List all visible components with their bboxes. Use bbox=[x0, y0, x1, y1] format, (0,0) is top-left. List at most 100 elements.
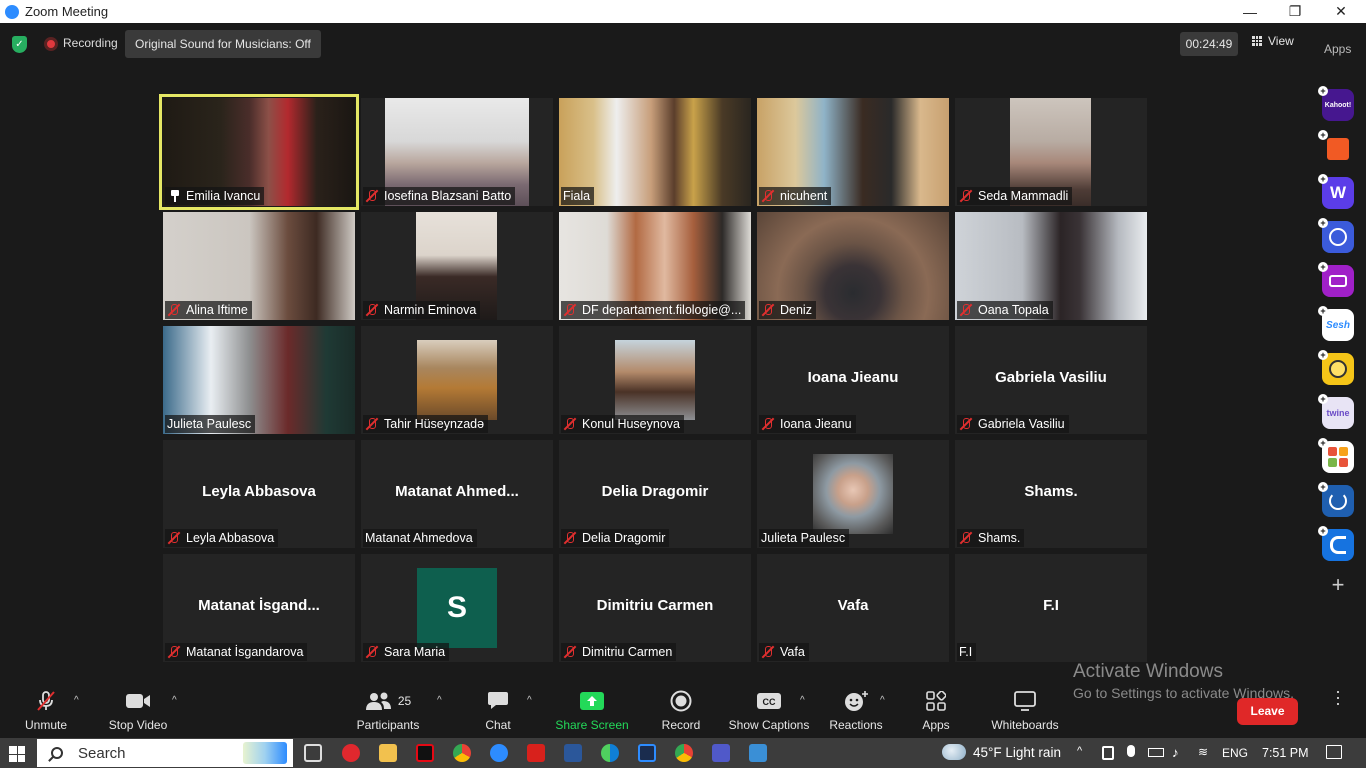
opera-browser-icon[interactable] bbox=[342, 744, 360, 762]
netflix-icon[interactable] bbox=[416, 744, 434, 762]
taskbar-clock[interactable]: 7:51 PM bbox=[1262, 746, 1309, 760]
video-tile[interactable]: nicuhent bbox=[757, 98, 949, 206]
participants-options-caret-icon[interactable]: ^ bbox=[437, 695, 442, 706]
participants-button[interactable]: 25 Participants bbox=[357, 690, 419, 734]
video-tile[interactable]: Gabriela Vasiliu Gabriela Vasiliu bbox=[955, 326, 1147, 434]
participant-display-name: Vafa bbox=[837, 597, 869, 614]
view-button[interactable]: View bbox=[1252, 34, 1294, 48]
video-tile[interactable]: S Sara Maria bbox=[361, 554, 553, 662]
reactions-button[interactable]: Reactions bbox=[829, 690, 883, 734]
video-tile[interactable]: Deniz bbox=[757, 212, 949, 320]
video-tile[interactable]: Julieta Paulesc bbox=[163, 326, 355, 434]
teams-icon[interactable] bbox=[712, 744, 730, 762]
wifi-icon[interactable]: ≋ bbox=[1198, 745, 1208, 759]
original-sound-button[interactable]: Original Sound for Musicians: Off bbox=[125, 30, 321, 58]
participant-label: Fiala bbox=[561, 187, 595, 205]
participant-label: Oana Topala bbox=[957, 301, 1053, 319]
taskbar-search-box[interactable]: Search bbox=[37, 739, 293, 767]
show-captions-button[interactable]: CC Show Captions bbox=[729, 690, 809, 734]
chat-options-caret-icon[interactable]: ^ bbox=[527, 695, 532, 706]
zoom-taskbar-icon[interactable] bbox=[480, 738, 518, 768]
maximize-button[interactable]: ❐ bbox=[1272, 0, 1318, 23]
video-tile[interactable]: Dimitriu Carmen Dimitriu Carmen bbox=[559, 554, 751, 662]
participant-label: F.I bbox=[957, 643, 977, 661]
more-options-icon[interactable]: · · · bbox=[1334, 682, 1342, 712]
reactions-options-caret-icon[interactable]: ^ bbox=[880, 695, 885, 706]
recording-label[interactable]: Recording bbox=[63, 36, 118, 50]
microphone-tray-icon[interactable] bbox=[1127, 745, 1135, 757]
video-tile[interactable]: Leyla Abbasova Leyla Abbasova bbox=[163, 440, 355, 548]
apps-button[interactable]: Apps bbox=[920, 690, 952, 734]
video-tile[interactable]: DF departament.filologie@... bbox=[559, 212, 751, 320]
share-screen-label: Share Screen bbox=[555, 718, 629, 732]
video-camera-icon bbox=[125, 690, 151, 712]
unmute-button[interactable]: Unmute bbox=[24, 690, 68, 734]
encryption-shield-icon[interactable]: ✓ bbox=[12, 36, 27, 53]
participant-display-name: Leyla Abbasova bbox=[202, 483, 316, 500]
participant-label: Delia Dragomir bbox=[561, 529, 670, 547]
video-tile[interactable]: Delia Dragomir Delia Dragomir bbox=[559, 440, 751, 548]
weather-rain-icon[interactable] bbox=[942, 744, 966, 760]
participants-label: Participants bbox=[356, 718, 420, 732]
video-tile[interactable]: Shams. Shams. bbox=[955, 440, 1147, 548]
whiteboards-button[interactable]: Whiteboards bbox=[990, 690, 1060, 734]
weather-status[interactable]: 45°F Light rain bbox=[973, 745, 1061, 760]
volume-icon[interactable]: ♪ bbox=[1172, 745, 1179, 760]
app-taskbar-icon[interactable] bbox=[638, 744, 656, 762]
file-explorer-icon[interactable] bbox=[379, 744, 397, 762]
video-tile[interactable]: F.I F.I bbox=[955, 554, 1147, 662]
participant-display-name: Dimitriu Carmen bbox=[596, 597, 714, 614]
participant-name: Sara Maria bbox=[384, 645, 446, 659]
minimize-button[interactable]: — bbox=[1227, 0, 1273, 23]
stop-video-button[interactable]: Stop Video bbox=[109, 690, 167, 734]
record-button[interactable]: Record bbox=[661, 690, 701, 734]
chat-button[interactable]: Chat bbox=[484, 690, 512, 734]
word-icon[interactable] bbox=[564, 744, 582, 762]
tray-app-icon[interactable] bbox=[1102, 746, 1114, 760]
participant-name: Shams. bbox=[978, 531, 1021, 545]
apps-panel-label[interactable]: Apps bbox=[1324, 42, 1351, 56]
video-tile[interactable]: Alina Iftime bbox=[163, 212, 355, 320]
leave-button[interactable]: Leave bbox=[1237, 698, 1298, 725]
participants-icon: 25 bbox=[365, 690, 411, 712]
chrome-icon[interactable] bbox=[675, 744, 693, 762]
input-language[interactable]: ENG bbox=[1222, 746, 1248, 760]
close-button[interactable]: ✕ bbox=[1318, 0, 1364, 23]
edge-browser-icon[interactable] bbox=[601, 744, 619, 762]
video-tile[interactable]: Matanat İsgand... Matanat İsgandarova bbox=[163, 554, 355, 662]
chrome-icon[interactable] bbox=[453, 744, 471, 762]
participant-avatar: S bbox=[417, 568, 497, 648]
meeting-timer: 00:24:49 bbox=[1180, 32, 1238, 56]
video-tile[interactable]: Matanat Ahmed... Matanat Ahmedova bbox=[361, 440, 553, 548]
video-tile[interactable]: Narmin Eminova bbox=[361, 212, 553, 320]
battery-icon[interactable] bbox=[1148, 748, 1164, 757]
captions-options-caret-icon[interactable]: ^ bbox=[800, 695, 805, 706]
video-tile[interactable]: Iosefina Blazsani Batto bbox=[361, 98, 553, 206]
video-tile[interactable]: Julieta Paulesc bbox=[757, 440, 949, 548]
video-options-caret-icon[interactable]: ^ bbox=[172, 695, 177, 706]
windows-start-icon[interactable] bbox=[9, 746, 25, 762]
muted-mic-icon bbox=[959, 189, 973, 203]
task-view-icon[interactable] bbox=[304, 744, 322, 762]
tray-overflow-icon[interactable]: ^ bbox=[1077, 745, 1082, 757]
video-tile[interactable]: Tahir Hüseynzadə bbox=[361, 326, 553, 434]
video-tile[interactable]: Vafa Vafa bbox=[757, 554, 949, 662]
share-screen-button[interactable]: Share Screen bbox=[555, 690, 629, 734]
video-tile[interactable]: Oana Topala bbox=[955, 212, 1147, 320]
video-tile[interactable]: Fiala bbox=[559, 98, 751, 206]
video-tile[interactable]: Ioana Jieanu Ioana Jieanu bbox=[757, 326, 949, 434]
participant-name: F.I bbox=[959, 645, 973, 659]
add-apps-plus-icon[interactable]: + bbox=[1328, 574, 1348, 596]
acrobat-reader-icon[interactable] bbox=[527, 744, 545, 762]
notifications-icon[interactable] bbox=[1326, 745, 1342, 759]
video-tile[interactable]: Emilia Ivancu bbox=[159, 94, 359, 210]
audio-options-caret-icon[interactable]: ^ bbox=[74, 695, 79, 706]
photos-icon[interactable] bbox=[749, 744, 767, 762]
participant-label: Iosefina Blazsani Batto bbox=[363, 187, 516, 205]
video-tile[interactable]: Seda Mammadli bbox=[955, 98, 1147, 206]
add-app-plus-icon: + bbox=[1318, 218, 1328, 228]
muted-mic-icon bbox=[761, 417, 775, 431]
muted-mic-icon bbox=[563, 303, 577, 317]
participant-name: Tahir Hüseynzadə bbox=[384, 417, 485, 431]
video-tile[interactable]: Konul Huseynova bbox=[559, 326, 751, 434]
